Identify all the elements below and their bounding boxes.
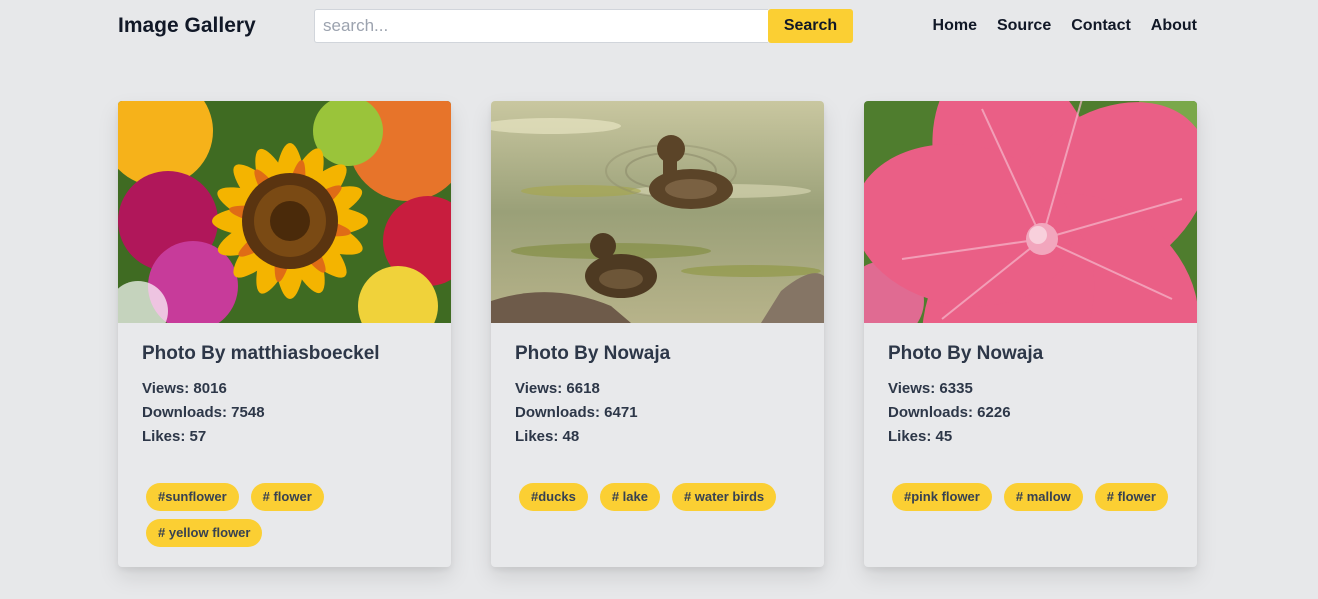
tag-chip[interactable]: # lake bbox=[599, 483, 660, 511]
tag-chip[interactable]: # water birds bbox=[671, 483, 777, 511]
card-title: Photo By Nowaja bbox=[515, 343, 671, 364]
card-body: Photo By matthiasboeckel Views: 8016 Dow… bbox=[118, 323, 451, 449]
tag-chip[interactable]: # mallow bbox=[1003, 483, 1083, 511]
tag-chip[interactable]: # flower bbox=[250, 483, 324, 511]
card-body: Photo By Nowaja Views: 6618 Downloads: 6… bbox=[491, 323, 824, 449]
gallery-card: Photo By Nowaja Views: 6335 Downloads: 6… bbox=[864, 101, 1197, 567]
page: Image Gallery Search Home Source Contact… bbox=[0, 0, 1318, 599]
search-form: Search bbox=[314, 9, 853, 43]
tag-chip[interactable]: # flower bbox=[1094, 483, 1168, 511]
nav-source[interactable]: Source bbox=[997, 17, 1051, 35]
tag-list: #sunflower # flower # yellow flower bbox=[146, 483, 436, 547]
views-count: Views: 8016 bbox=[142, 380, 227, 397]
likes-count: Likes: 45 bbox=[888, 428, 953, 445]
tag-list: #pink flower # mallow # flower bbox=[892, 483, 1182, 511]
card-title: Photo By matthiasboeckel bbox=[142, 343, 380, 364]
tag-chip[interactable]: #ducks bbox=[519, 483, 588, 511]
tag-chip[interactable]: #sunflower bbox=[146, 483, 239, 511]
gallery-card: Photo By Nowaja Views: 6618 Downloads: 6… bbox=[491, 101, 824, 567]
views-count: Views: 6335 bbox=[888, 380, 973, 397]
top-bar: Image Gallery Search Home Source Contact… bbox=[0, 0, 1318, 56]
search-input[interactable] bbox=[314, 9, 768, 43]
pink-flower-photo[interactable] bbox=[864, 101, 1197, 323]
card-body: Photo By Nowaja Views: 6335 Downloads: 6… bbox=[864, 323, 1197, 449]
gallery-card: Photo By matthiasboeckel Views: 8016 Dow… bbox=[118, 101, 451, 567]
search-button[interactable]: Search bbox=[768, 9, 853, 43]
brand-title[interactable]: Image Gallery bbox=[118, 14, 256, 38]
likes-count: Likes: 57 bbox=[142, 428, 207, 445]
tag-chip[interactable]: #pink flower bbox=[892, 483, 992, 511]
downloads-count: Downloads: 6471 bbox=[515, 404, 638, 421]
tag-chip[interactable]: # yellow flower bbox=[146, 519, 263, 547]
tag-list: #ducks # lake # water birds bbox=[519, 483, 809, 511]
likes-count: Likes: 48 bbox=[515, 428, 580, 445]
downloads-count: Downloads: 6226 bbox=[888, 404, 1011, 421]
main-nav: Home Source Contact About bbox=[933, 17, 1197, 35]
ducks-photo[interactable] bbox=[491, 101, 824, 323]
sunflower-photo[interactable] bbox=[118, 101, 451, 323]
nav-contact[interactable]: Contact bbox=[1071, 17, 1131, 35]
nav-about[interactable]: About bbox=[1151, 17, 1197, 35]
card-title: Photo By Nowaja bbox=[888, 343, 1044, 364]
downloads-count: Downloads: 7548 bbox=[142, 404, 265, 421]
gallery-grid: Photo By matthiasboeckel Views: 8016 Dow… bbox=[118, 101, 1197, 567]
nav-home[interactable]: Home bbox=[933, 17, 977, 35]
views-count: Views: 6618 bbox=[515, 380, 600, 397]
